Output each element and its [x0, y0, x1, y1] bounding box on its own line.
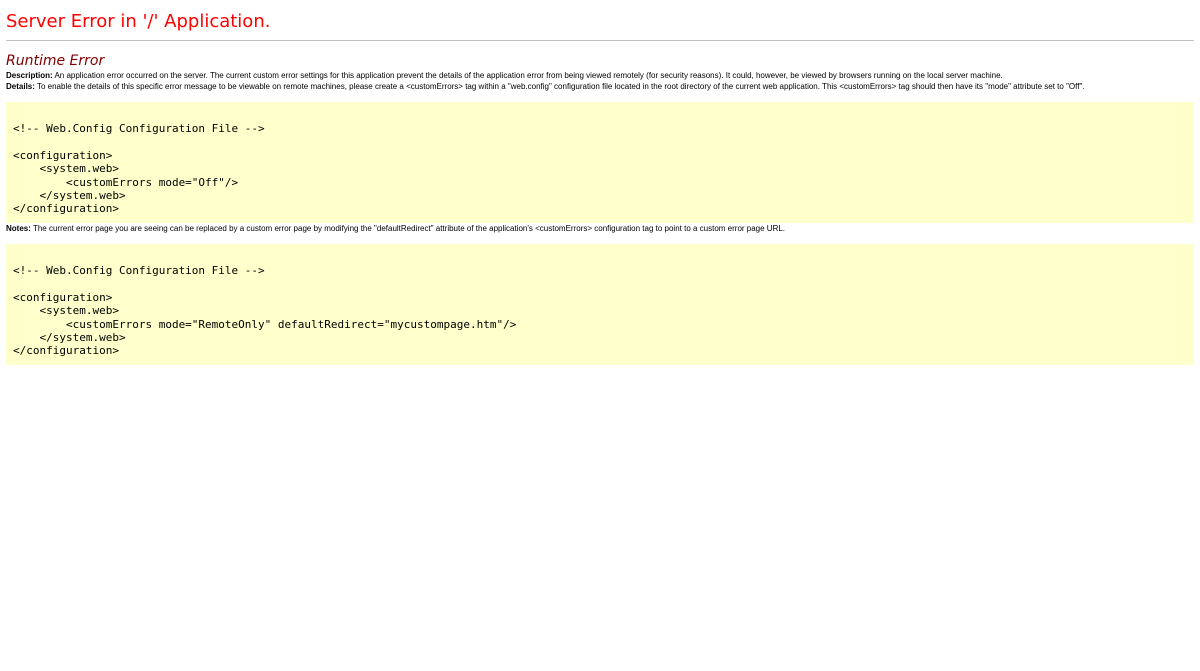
code-sample-1[interactable]: <!-- Web.Config Configuration File --> <… — [13, 122, 1194, 216]
title-divider — [6, 40, 1194, 41]
description-text: An application error occurred on the ser… — [52, 71, 1003, 80]
code-sample-2[interactable]: <!-- Web.Config Configuration File --> <… — [13, 264, 1194, 358]
notes-label: Notes: — [6, 224, 31, 233]
code-sample-box-2: <!-- Web.Config Configuration File --> <… — [6, 244, 1194, 365]
details-text: To enable the details of this specific e… — [34, 82, 1085, 91]
description-label: Description: — [6, 71, 53, 80]
error-page: Server Error in '/' Application. Runtime… — [0, 0, 1200, 671]
code-sample-box-1: <!-- Web.Config Configuration File --> <… — [6, 102, 1194, 223]
description-paragraph: Description: An application error occurr… — [6, 70, 1194, 81]
notes-text: The current error page you are seeing ca… — [30, 224, 786, 233]
error-heading: Runtime Error — [6, 53, 105, 69]
details-label: Details: — [6, 82, 35, 91]
page-title: Server Error in '/' Application. — [6, 11, 271, 32]
notes-paragraph: Notes: The current error page you are se… — [6, 223, 1194, 234]
details-paragraph: Details: To enable the details of this s… — [6, 81, 1194, 92]
